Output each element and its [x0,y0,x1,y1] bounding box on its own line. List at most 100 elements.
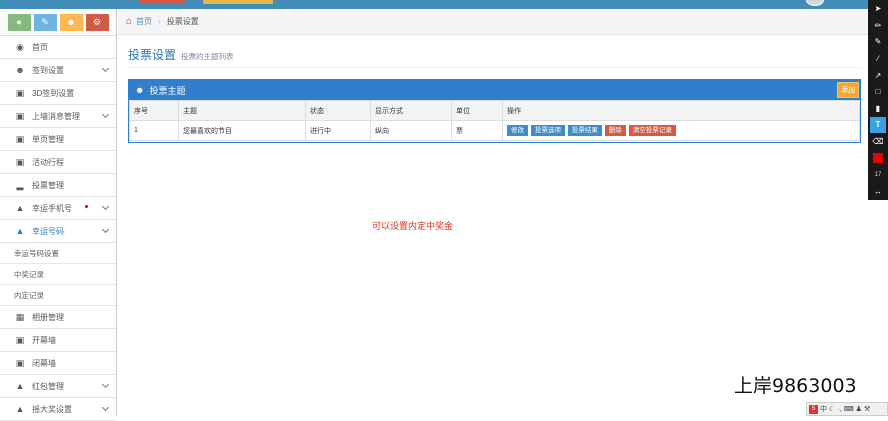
sidebar-item-label: 上墙消息管理 [32,111,80,121]
sidebar-item[interactable]: ▦ 相册管理 [0,306,116,329]
desktop-icon: ▣ [15,334,25,345]
sidebar-subitem[interactable]: 内定记录 [0,285,116,306]
shortcut-edit-button[interactable]: ✎ [33,13,57,31]
cursor-tool-button[interactable]: ➤ [870,1,886,17]
ime-logo-icon[interactable]: S [809,404,818,414]
gift-icon: ▲ [15,203,25,213]
edit-button[interactable]: 修改 [507,125,528,136]
text-tool-button[interactable]: T [870,117,886,133]
sidebar-item[interactable]: ☻ 签到设置 [0,59,116,82]
sidebar-subitem[interactable]: 幸运号码设置 [0,243,116,264]
sidebar-item[interactable]: ▣ 3D签到设置 [0,82,116,105]
sidebar-item[interactable]: ▣ 闭幕墙 [0,352,116,375]
punctuation-icon[interactable]: ·, [837,406,841,413]
arrows-icon: ↔ [874,186,882,196]
sidebar-subitem[interactable]: 中奖记录 [0,264,116,285]
chevron-down-icon[interactable] [101,380,110,389]
breadcrumb: ⌂ 首页 › 投票设置 [118,9,868,35]
chevron-down-icon[interactable] [101,225,110,234]
user-icon[interactable]: ♟ [856,405,862,413]
col-header-display[interactable]: 显示方式 [370,100,452,121]
cell-unit: 票 [451,120,503,141]
sidebar-item[interactable]: ▣ 单页管理 [0,128,116,151]
sidebar-item[interactable]: ▲ 幸运号码 [0,220,116,243]
chevron-down-icon[interactable] [101,64,110,73]
sidebar-item-label: 相册管理 [32,312,64,322]
pen-icon: ✏ [874,20,882,30]
shortcut-users-button[interactable]: ☻ [59,13,83,31]
highlighter-icon: ▮ [875,103,881,113]
breadcrumb-home-link[interactable]: 首页 [136,16,152,27]
chevron-down-icon[interactable] [101,202,110,211]
col-header-status[interactable]: 状态 [305,100,371,121]
users-icon: ☻ [66,17,76,27]
vote-results-button[interactable]: 投票结果 [567,125,602,136]
size-indicator[interactable]: 17 [870,167,886,183]
gift-icon: ▲ [15,226,25,236]
sidebar-item-label: 幸运手机号 [32,203,72,213]
vote-options-button[interactable]: 投票选项 [530,125,565,136]
sidebar-item[interactable]: ▲ 摇大奖设置 [0,398,116,421]
sidebar-item[interactable]: ▣ 开幕墙 [0,329,116,352]
ime-language-label[interactable]: 中 [820,404,827,414]
eraser-icon: ⌫ [872,136,884,146]
annotation-toolbar: ➤ ✏ ✎ ∕ ↗ □ ▮ T ⌫ 17 ↔ [868,0,888,200]
cell-topic: 您最喜欢的节目 [178,120,306,141]
desktop-icon: ▣ [15,87,25,98]
navbar-tab-yellow[interactable] [203,0,273,4]
highlight-tool-button[interactable]: ▮ [870,100,886,116]
pen-tool-button[interactable]: ✏ [870,18,886,34]
desktop-icon: ▣ [15,133,25,144]
marker-tool-button[interactable]: ✎ [870,34,886,50]
chevron-down-icon[interactable] [101,110,110,119]
cell-actions: 修改 投票选项 投票结果 删除 清空投票记录 [502,120,860,141]
toolbar-expand-button[interactable]: ↔ [870,183,886,199]
cell-status: 进行中 [305,120,371,141]
sidebar-item[interactable]: ▣ 上墙消息管理 [0,105,116,128]
rectangle-icon: □ [875,87,881,97]
tools-icon[interactable]: ⚒ [864,405,870,413]
cursor-icon: ➤ [874,4,882,14]
chevron-down-icon[interactable] [101,403,110,412]
home-icon[interactable]: ⌂ [126,16,132,27]
keyboard-icon[interactable]: ⌨ [844,405,854,413]
desktop-icon: ▣ [15,357,25,368]
page-subtitle: 投票的主题列表 [181,52,234,61]
shortcut-settings-button[interactable]: ⚙ [85,13,109,31]
sidebar-item-label: 红包管理 [32,381,64,391]
clear-votes-button[interactable]: 清空投票记录 [628,125,676,136]
cogs-icon: ⚙ [92,16,102,27]
sidebar-item[interactable]: ▲ 红包管理 [0,375,116,398]
eraser-tool-button[interactable]: ⌫ [870,134,886,150]
line-tool-button[interactable]: ∕ [870,51,886,67]
widget-title: 投票主题 [149,85,186,96]
sidebar-item-label: 首页 [32,42,48,52]
cell-display: 纵向 [370,120,452,141]
top-navbar [0,0,868,9]
col-header-unit[interactable]: 单位 [451,100,503,121]
sidebar-item-label: 投票管理 [32,180,64,190]
avatar[interactable] [806,0,824,6]
sidebar-shortcuts: ● ✎ ☻ ⚙ [0,9,116,36]
col-header-topic[interactable]: 主题 [178,100,306,121]
moon-icon[interactable]: ☾ [829,405,835,413]
watermark-text: 上岸9863003 [734,375,857,397]
col-header-id[interactable]: 序号 [129,100,179,121]
ime-status-bar: S 中 ☾ ·, ⌨ ♟ ⚒ [806,402,888,416]
marker-icon: ✎ [874,37,882,47]
delete-button[interactable]: 删除 [604,125,626,136]
navbar-tab-red[interactable] [140,0,186,4]
add-button[interactable]: 添加 [837,82,859,98]
desktop-icon: ▣ [15,110,25,121]
line-icon: ∕ [877,54,879,64]
sidebar-item[interactable]: ◉ 首页 [0,36,116,59]
rectangle-tool-button[interactable]: □ [870,84,886,100]
shortcut-comment-button[interactable]: ● [7,13,31,31]
sidebar-item[interactable]: ▲ 幸运手机号 [0,197,116,220]
desktop-icon: ▣ [15,156,25,167]
color-swatch-button[interactable] [870,150,886,166]
sidebar-item[interactable]: ▂ 投票管理 [0,174,116,197]
sidebar-item[interactable]: ▣ 活动行程 [0,151,116,174]
arrow-tool-button[interactable]: ↗ [870,67,886,83]
sidebar-item-label: 幸运号码 [32,226,64,236]
